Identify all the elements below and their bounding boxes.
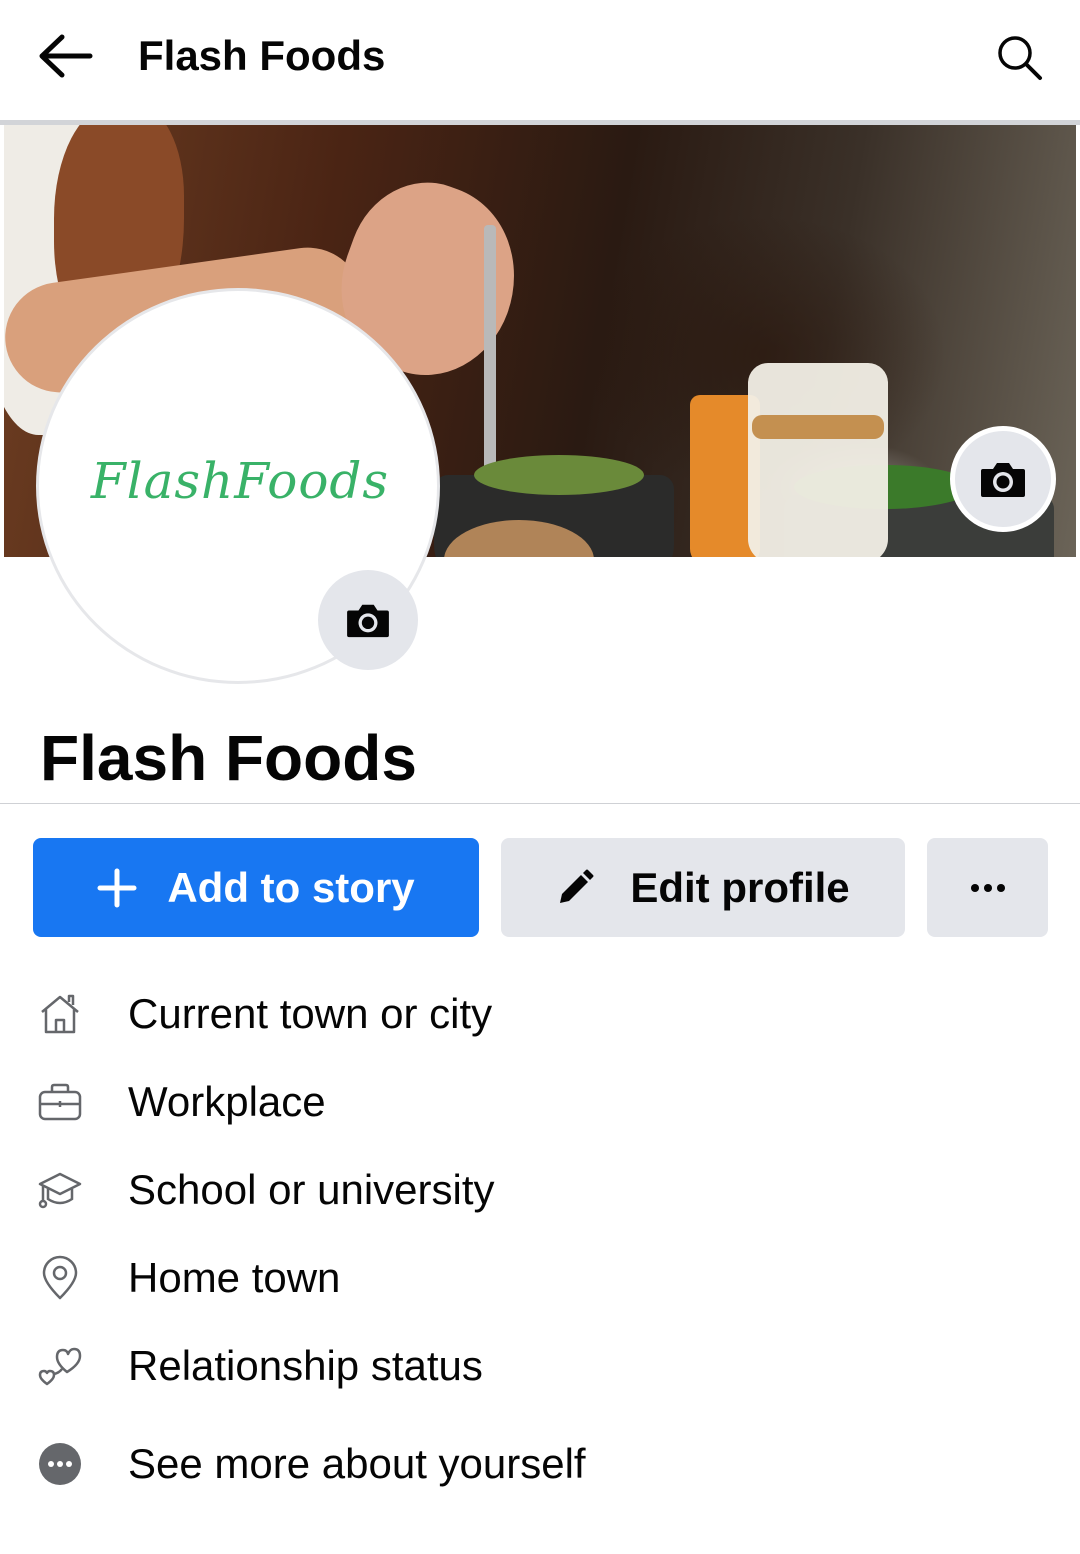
- ellipsis-icon: [970, 883, 1006, 893]
- detail-label: School or university: [128, 1166, 495, 1213]
- briefcase-icon: [36, 1078, 84, 1126]
- pencil-icon: [556, 869, 594, 907]
- more-dots-icon: [36, 1440, 84, 1488]
- detail-school[interactable]: School or university: [0, 1146, 1080, 1234]
- hearts-icon: [36, 1342, 84, 1390]
- edit-profile-button[interactable]: Edit profile: [501, 838, 905, 937]
- back-arrow-icon[interactable]: [34, 28, 98, 84]
- detail-label: Relationship status: [128, 1342, 483, 1389]
- page-title: Flash Foods: [138, 32, 386, 79]
- detail-current-town[interactable]: Current town or city: [0, 970, 1080, 1058]
- flashfoods-logo: FlashFoods: [90, 452, 390, 510]
- detail-workplace[interactable]: Workplace: [0, 1058, 1080, 1146]
- home-icon: [36, 990, 84, 1038]
- detail-label: Current town or city: [128, 990, 493, 1037]
- detail-label: Workplace: [128, 1078, 326, 1125]
- graduation-cap-icon: [36, 1166, 84, 1214]
- detail-home-town[interactable]: Home town: [0, 1234, 1080, 1322]
- search-icon[interactable]: [990, 28, 1050, 88]
- detail-relationship[interactable]: Relationship status: [0, 1322, 1080, 1410]
- edit-profile-label: Edit profile: [630, 863, 850, 911]
- top-bar: Flash Foods: [0, 0, 1080, 120]
- edit-cover-camera-icon[interactable]: [950, 426, 1056, 532]
- profile-name: Flash Foods: [40, 722, 417, 794]
- more-options-button[interactable]: [927, 838, 1048, 937]
- add-to-story-label: Add to story: [167, 863, 415, 911]
- edit-avatar-camera-icon[interactable]: [318, 570, 418, 670]
- plus-icon: [97, 868, 137, 908]
- add-to-story-button[interactable]: Add to story: [33, 838, 479, 937]
- detail-label: See more about yourself: [128, 1440, 586, 1487]
- detail-see-more[interactable]: See more about yourself: [0, 1420, 1080, 1508]
- detail-label: Home town: [128, 1254, 341, 1301]
- name-divider: [0, 803, 1080, 804]
- location-pin-icon: [36, 1254, 84, 1302]
